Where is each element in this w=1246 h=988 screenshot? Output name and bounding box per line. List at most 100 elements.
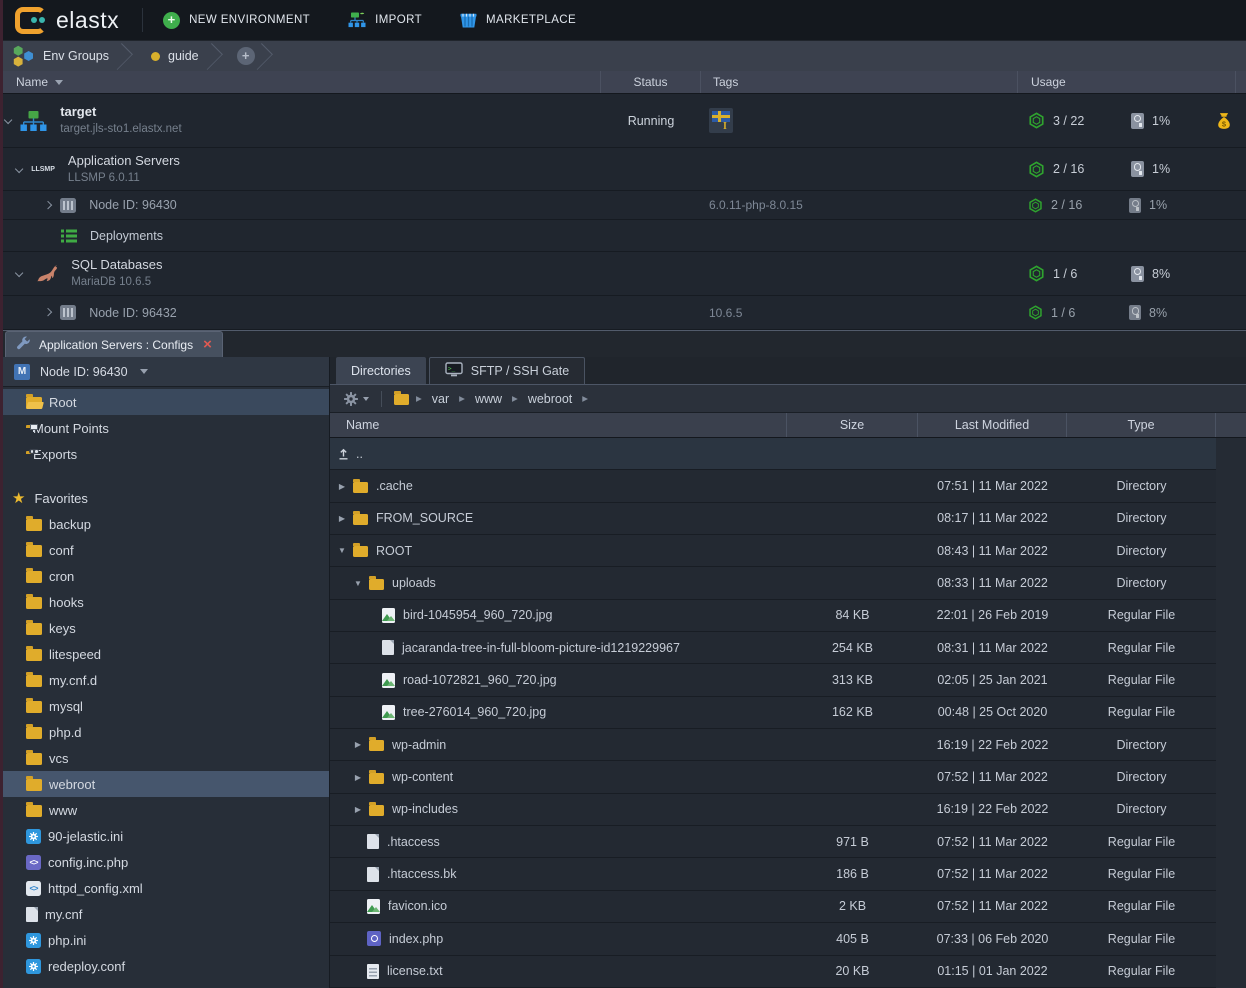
expand-arrow-icon[interactable]: ▼ bbox=[337, 546, 347, 555]
topbar-button-marketplace[interactable]: MARKETPLACE bbox=[460, 13, 576, 28]
file-row[interactable]: .htaccess971 B07:52 | 11 Mar 2022Regular… bbox=[330, 826, 1246, 858]
tree-item-www[interactable]: www bbox=[0, 797, 329, 823]
file-row[interactable]: .htaccess.bk186 B07:52 | 11 Mar 2022Regu… bbox=[330, 858, 1246, 890]
tree-item-90-jelastic-ini[interactable]: 90-jelastic.ini bbox=[0, 823, 329, 849]
node-selector[interactable]: M Node ID: 96430 bbox=[0, 357, 329, 387]
column-label: Type bbox=[1127, 418, 1154, 432]
file-row[interactable]: ▶.cache07:51 | 11 Mar 2022Directory bbox=[330, 470, 1246, 502]
cloudlets-usage: 1 / 6 bbox=[1051, 306, 1101, 320]
tree-item-config-inc-php[interactable]: <>config.inc.php bbox=[0, 849, 329, 875]
file-modified: 16:19 | 22 Feb 2022 bbox=[918, 738, 1067, 752]
tab-sftp-ssh-gate[interactable]: >_ SFTP / SSH Gate bbox=[429, 357, 585, 384]
expand-chevron-icon[interactable] bbox=[44, 201, 53, 210]
file-row[interactable]: road-1072821_960_720.jpg313 KB02:05 | 25… bbox=[330, 664, 1246, 696]
environment-topology-icon bbox=[20, 110, 47, 132]
breadcrumb-item-guide[interactable]: guide bbox=[139, 49, 205, 63]
file-name: .. bbox=[356, 447, 363, 461]
tree-item-hooks[interactable]: hooks bbox=[0, 589, 329, 615]
column-header-type[interactable]: Type bbox=[1067, 413, 1216, 437]
brand-logo[interactable]: elastx bbox=[0, 7, 134, 34]
file-row[interactable]: jacaranda-tree-in-full-bloom-picture-id1… bbox=[330, 632, 1246, 664]
tree-item-root[interactable]: Root bbox=[0, 389, 329, 415]
expand-chevron-icon[interactable] bbox=[44, 308, 53, 317]
file-row[interactable]: .. bbox=[330, 438, 1246, 470]
tree-item-mount-points[interactable]: Mount Points bbox=[0, 415, 329, 441]
tab-application-servers-configs[interactable]: Application Servers : Configs × bbox=[5, 331, 223, 357]
tree-item-php-ini[interactable]: php.ini bbox=[0, 927, 329, 953]
expand-arrow-icon[interactable]: ▼ bbox=[353, 579, 363, 588]
expand-arrow-icon[interactable]: ▶ bbox=[353, 805, 363, 814]
env-row[interactable]: targettarget.jls-sto1.elastx.netRunningI… bbox=[0, 94, 1246, 148]
tree-item-redeploy-conf[interactable]: redeploy.conf bbox=[0, 953, 329, 979]
file-row[interactable]: ▶FROM_SOURCE08:17 | 11 Mar 2022Directory bbox=[330, 503, 1246, 535]
file-row[interactable]: license.txt20 KB01:15 | 01 Jan 2022Regul… bbox=[330, 956, 1246, 988]
breadcrumb-item-env-groups[interactable]: Env Groups bbox=[0, 45, 115, 68]
expand-arrow-icon[interactable]: ▶ bbox=[337, 514, 347, 523]
disk-icon bbox=[1129, 198, 1141, 213]
expand-chevron-icon[interactable] bbox=[15, 269, 24, 278]
tree-item-label: php.d bbox=[49, 725, 82, 740]
file-row[interactable]: ▼ROOT08:43 | 11 Mar 2022Directory bbox=[330, 535, 1246, 567]
file-type: Directory bbox=[1067, 802, 1216, 816]
tree-item-label: my.cnf.d bbox=[49, 673, 97, 688]
file-row[interactable]: ▼uploads08:33 | 11 Mar 2022Directory bbox=[330, 567, 1246, 599]
column-header-last-modified[interactable]: Last Modified bbox=[918, 413, 1067, 437]
column-header-usage[interactable]: Usage bbox=[1018, 71, 1236, 93]
file-row[interactable]: ▶wp-includes16:19 | 22 Feb 2022Directory bbox=[330, 794, 1246, 826]
expand-arrow-icon[interactable]: ▶ bbox=[353, 740, 363, 749]
topbar-button-import[interactable]: IMPORT bbox=[348, 12, 422, 28]
file-row[interactable]: tree-276014_960_720.jpg162 KB00:48 | 25 … bbox=[330, 697, 1246, 729]
env-row[interactable]: Node ID: 964306.0.11-php-8.0.152 / 161% bbox=[0, 191, 1246, 220]
tree-item-favorites[interactable]: ★Favorites bbox=[0, 485, 329, 511]
column-header-status[interactable]: Status bbox=[601, 71, 701, 93]
path-root-folder-icon[interactable] bbox=[394, 394, 409, 405]
file-type: Directory bbox=[1067, 511, 1216, 525]
column-header-size[interactable]: Size bbox=[787, 413, 918, 437]
tree-item-php-d[interactable]: php.d bbox=[0, 719, 329, 745]
env-row[interactable]: Node ID: 9643210.6.51 / 68% bbox=[0, 296, 1246, 330]
column-header-name[interactable]: Name bbox=[0, 71, 601, 93]
tree-item-backup[interactable]: backup bbox=[0, 511, 329, 537]
tree-item-vcs[interactable]: vcs bbox=[0, 745, 329, 771]
tree-item-httpd-config-xml[interactable]: <>httpd_config.xml bbox=[0, 875, 329, 901]
file-row[interactable]: ▶wp-admin16:19 | 22 Feb 2022Directory bbox=[330, 729, 1246, 761]
expand-arrow-icon[interactable]: ▶ bbox=[337, 482, 347, 491]
expand-chevron-icon[interactable] bbox=[15, 165, 24, 174]
env-row[interactable]: LLSMPApplication ServersLLSMP 6.0.112 / … bbox=[0, 148, 1246, 191]
close-icon[interactable]: × bbox=[203, 339, 212, 351]
path-segment-webroot[interactable]: webroot bbox=[528, 392, 572, 406]
column-header-tags[interactable]: Tags bbox=[701, 71, 1018, 93]
tree-item-exports[interactable]: Exports bbox=[0, 441, 329, 467]
file-row[interactable]: index.php405 B07:33 | 06 Feb 2020Regular… bbox=[330, 923, 1246, 955]
tree-item-cron[interactable]: cron bbox=[0, 563, 329, 589]
folder-icon bbox=[26, 675, 42, 687]
column-header-name[interactable]: Name bbox=[330, 413, 787, 437]
tree-spacer bbox=[0, 467, 329, 485]
path-segment-www[interactable]: www bbox=[475, 392, 502, 406]
expand-arrow-icon[interactable]: ▶ bbox=[353, 773, 363, 782]
panel-tab-strip: Application Servers : Configs × bbox=[0, 331, 1246, 357]
region-tag-icon[interactable]: I bbox=[709, 108, 733, 133]
tree-item-webroot[interactable]: webroot bbox=[0, 771, 329, 797]
path-segment-var[interactable]: var bbox=[432, 392, 449, 406]
tree-item-mysql[interactable]: mysql bbox=[0, 693, 329, 719]
tree-item-keys[interactable]: keys bbox=[0, 615, 329, 641]
add-environment-button[interactable]: + bbox=[237, 47, 255, 65]
tree-item-my-cnf[interactable]: my.cnf bbox=[0, 901, 329, 927]
chevron-down-icon[interactable] bbox=[363, 397, 369, 401]
file-row[interactable]: bird-1045954_960_720.jpg84 KB22:01 | 26 … bbox=[330, 600, 1246, 632]
billing-icon[interactable]: $ bbox=[1216, 112, 1232, 130]
tab-directories[interactable]: Directories bbox=[336, 357, 426, 384]
env-row[interactable]: SQL DatabasesMariaDB 10.6.51 / 68% bbox=[0, 252, 1246, 296]
disk-usage: 1% bbox=[1152, 114, 1170, 128]
tree-item-litespeed[interactable]: litespeed bbox=[0, 641, 329, 667]
file-row[interactable]: ▶wp-content07:52 | 11 Mar 2022Directory bbox=[330, 761, 1246, 793]
tree-item-my-cnf-d[interactable]: my.cnf.d bbox=[0, 667, 329, 693]
expand-chevron-icon[interactable] bbox=[4, 116, 13, 125]
topbar-button-new-environment[interactable]: +NEW ENVIRONMENT bbox=[163, 12, 310, 29]
env-row[interactable]: Deployments bbox=[0, 220, 1246, 252]
gear-icon[interactable] bbox=[344, 392, 358, 406]
tree-item-conf[interactable]: conf bbox=[0, 537, 329, 563]
file-row[interactable]: favicon.ico2 KB07:52 | 11 Mar 2022Regula… bbox=[330, 891, 1246, 923]
window-edge-stripe bbox=[0, 0, 3, 988]
